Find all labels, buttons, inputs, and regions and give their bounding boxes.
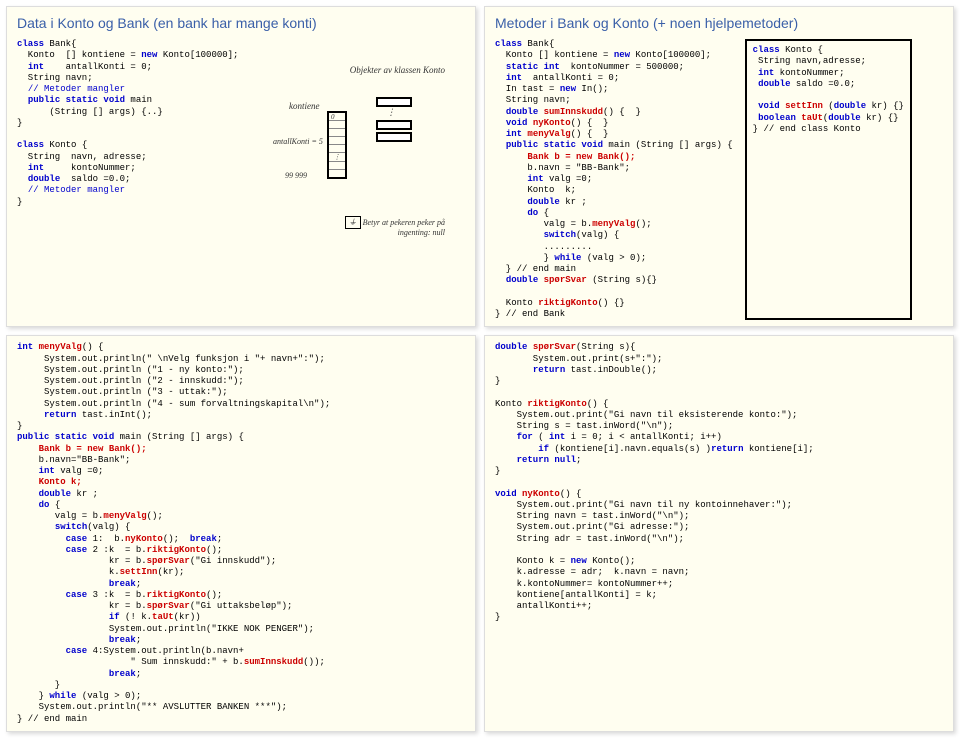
panel-bottom-right: double spørSvar(String s){ System.out.pr…	[484, 335, 954, 732]
title-top-right: Metoder i Bank og Konto (+ noen hjelpeme…	[495, 15, 943, 31]
diagram-label-max: 99 999	[285, 171, 307, 180]
code-top-right-left: class Bank{ Konto [] kontiene = new Kont…	[495, 39, 733, 320]
code-bottom-right: double spørSvar(String s){ System.out.pr…	[495, 342, 943, 623]
code-bottom-left: int menyValg() { System.out.println(" \n…	[17, 342, 465, 725]
diagram-label-kontiene: kontiene	[289, 101, 320, 111]
panel-top-left: Data i Konto og Bank (en bank har mange …	[6, 6, 476, 327]
diagram-label-antall: antallKonti = 5	[273, 137, 323, 146]
panel-top-right: Metoder i Bank og Konto (+ noen hjelpeme…	[484, 6, 954, 327]
diagram: Objekter av klassen Konto kontiene 0 ⋮ a…	[285, 67, 445, 267]
code-konto-box: class Konto { String navn,adresse; int k…	[745, 39, 912, 320]
title-top-left: Data i Konto og Bank (en bank har mange …	[17, 15, 465, 31]
diagram-label-objekter: Objekter av klassen Konto	[350, 65, 445, 75]
diagram-label-null: Betyr at pekeren peker på ingenting: nul…	[363, 218, 445, 237]
panel-bottom-left: int menyValg() { System.out.println(" \n…	[6, 335, 476, 732]
